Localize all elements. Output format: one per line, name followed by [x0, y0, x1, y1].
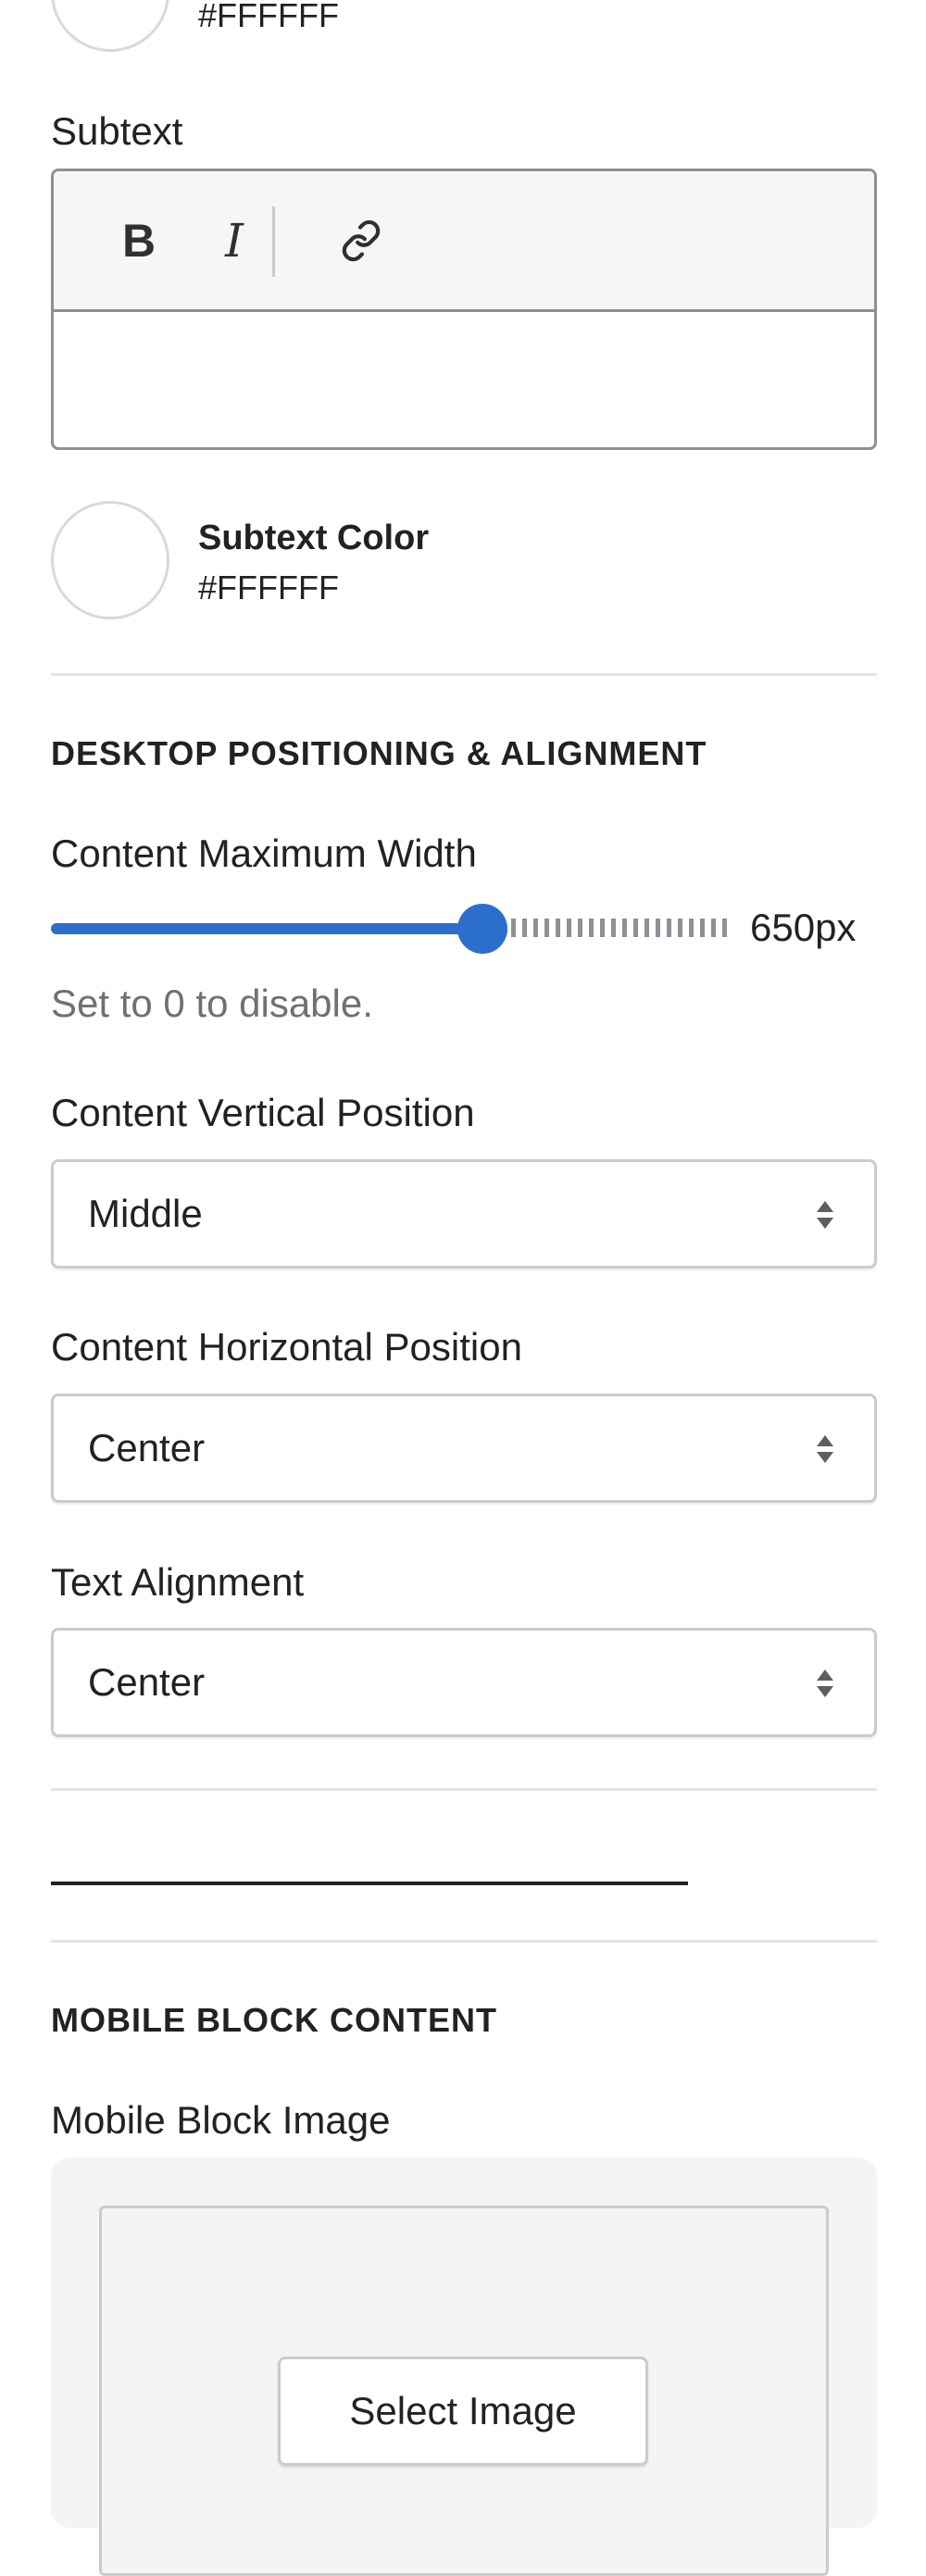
select-image-button[interactable]: Select Image: [278, 2357, 648, 2466]
subtext-color-swatch[interactable]: [51, 501, 169, 619]
slider-track-filled[interactable]: [51, 923, 482, 934]
subtext-editor: B I: [51, 169, 877, 450]
select-arrows-icon: [817, 1669, 833, 1697]
section-divider: [51, 673, 877, 676]
mobile-section-heading: MOBILE BLOCK CONTENT: [51, 2001, 497, 2039]
mobile-image-label: Mobile Block Image: [51, 2098, 391, 2142]
vertical-position-select[interactable]: Middle: [51, 1159, 877, 1269]
image-picker-panel: [51, 2157, 877, 2576]
text-alignment-value: Center: [88, 1660, 206, 1704]
slider-thumb[interactable]: [457, 904, 507, 954]
horizontal-position-select[interactable]: Center: [51, 1394, 877, 1503]
select-arrows-icon: [817, 1201, 833, 1229]
subtext-color-hex: #FFFFFF: [198, 569, 339, 606]
vertical-position-value: Middle: [88, 1192, 203, 1235]
vertical-position-label: Content Vertical Position: [51, 1091, 475, 1134]
text-alignment-select[interactable]: Center: [51, 1628, 877, 1737]
subtext-editor-input[interactable]: [54, 312, 874, 447]
subtext-color-label: Subtext Color: [198, 519, 430, 557]
subtext-label: Subtext: [51, 109, 183, 153]
toolbar-divider: [272, 206, 275, 277]
italic-button[interactable]: I: [197, 171, 271, 309]
heading-color-hex: #FFFFFF: [198, 0, 339, 34]
select-arrows-icon: [817, 1435, 833, 1463]
text-alignment-label: Text Alignment: [51, 1560, 305, 1604]
separator-line: [51, 1882, 688, 1885]
desktop-section-heading: DESKTOP POSITIONING & ALIGNMENT: [51, 734, 707, 772]
section-divider: [51, 1788, 877, 1791]
section-divider: [51, 1940, 877, 1943]
heading-color-swatch[interactable]: [51, 0, 169, 52]
link-button[interactable]: [324, 171, 398, 309]
horizontal-position-value: Center: [88, 1426, 206, 1469]
slider-track[interactable]: [500, 919, 727, 937]
bold-button[interactable]: B: [102, 171, 176, 309]
link-icon: [342, 219, 381, 261]
editor-toolbar: B I: [54, 171, 874, 312]
max-width-help: Set to 0 to disable.: [51, 982, 373, 1025]
slider-value: 650px: [750, 906, 857, 949]
max-width-label: Content Maximum Width: [51, 832, 477, 875]
horizontal-position-label: Content Horizontal Position: [51, 1325, 522, 1369]
